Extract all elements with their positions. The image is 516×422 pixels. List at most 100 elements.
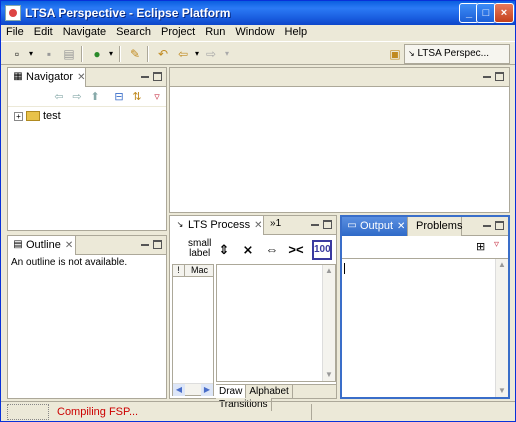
toolbar-separator — [81, 46, 83, 62]
menu-bar: File Edit Navigate Search Project Run Window He… — [1, 25, 515, 41]
navigator-toolbar: ⇦ ⇨ ⬆ ⊟ ⇅ ▿ — [8, 87, 166, 107]
editor-area — [169, 67, 510, 213]
output-icon: ▭ — [347, 220, 357, 231]
navigator-tabbar: ▦ Navigator ✕ — [8, 68, 166, 87]
outline-icon: ▤ — [13, 239, 23, 250]
scroll-up-icon[interactable]: ▲ — [496, 259, 508, 271]
tab-navigator[interactable]: ▦ Navigator ✕ — [8, 68, 86, 87]
outline-tabbar: ▤ Outline ✕ — [8, 236, 166, 255]
ltsa-perspective-icon: ↘ — [408, 49, 415, 58]
pen-icon[interactable]: ✎ — [127, 46, 143, 62]
close-button[interactable]: × — [494, 3, 514, 23]
minimize-view-icon[interactable] — [140, 72, 150, 82]
run-dropdown-icon[interactable]: ▾ — [103, 46, 119, 62]
lts-controls: small label ⇕ ⨯ ⇔ >< 100 — [170, 235, 336, 263]
close-icon[interactable]: ✕ — [397, 218, 405, 236]
shrink-horizontal-icon[interactable]: >< — [286, 240, 306, 260]
link-editor-icon[interactable]: ⇅ — [130, 90, 144, 104]
lts-tabbar: ↘ LTS Process ✕ »1 — [170, 216, 336, 235]
tree-item-test[interactable]: + test — [14, 110, 61, 122]
menu-run[interactable]: Run — [200, 25, 230, 39]
toolbar-separator — [119, 46, 121, 62]
navigator-icon: ▦ — [13, 71, 23, 82]
machine-list-hscroll[interactable]: ◀ ▶ — [173, 383, 213, 396]
menu-file[interactable]: File — [1, 25, 29, 39]
tab-problems[interactable]: Problems — [408, 217, 462, 236]
main-toolbar: ▫ ▾ ▪ ▤ ● ▾ ✎ ↶ ⇦ ▾ ⇨ ▾ ▣ ↘ LTSA Perspec… — [1, 41, 515, 65]
new-dropdown-icon[interactable]: ▾ — [23, 46, 39, 62]
problems-tab-label: Problems — [416, 220, 463, 232]
tab-outline[interactable]: ▤ Outline ✕ — [8, 236, 76, 255]
scroll-down-icon[interactable]: ▼ — [323, 369, 335, 381]
output-vscroll[interactable]: ▲ ▼ — [495, 259, 508, 397]
minimize-view-icon[interactable] — [482, 221, 492, 231]
outline-panel: ▤ Outline ✕ An outline is not available. — [7, 235, 167, 399]
menu-help[interactable]: Help — [280, 25, 313, 39]
close-icon[interactable]: ✕ — [77, 69, 85, 87]
ltsa-perspective-button[interactable]: ↘ LTSA Perspec... — [404, 44, 510, 64]
lts-icon: ↘ — [176, 220, 184, 229]
maximize-button[interactable]: □ — [476, 3, 496, 23]
tab-draw[interactable]: Draw — [216, 385, 247, 398]
forward-icon[interactable]: ⇨ — [203, 46, 219, 62]
menu-navigate[interactable]: Navigate — [58, 25, 111, 39]
navigator-tab-label: Navigator — [26, 71, 74, 83]
small-label-toggle[interactable]: small label — [188, 239, 211, 259]
scroll-left-icon[interactable]: ◀ — [173, 384, 185, 396]
machine-list[interactable]: ! Mac ◀ ▶ — [172, 264, 214, 396]
maximize-view-icon[interactable] — [495, 72, 504, 81]
print-icon[interactable]: ▤ — [61, 46, 77, 62]
maximize-view-icon[interactable] — [153, 240, 162, 249]
up-icon[interactable]: ⬆ — [88, 90, 102, 104]
minimize-view-icon[interactable] — [140, 240, 150, 250]
scroll-right-icon[interactable]: ▶ — [201, 384, 213, 396]
small-label-line2: label — [189, 248, 211, 259]
minimize-view-icon[interactable] — [310, 220, 320, 230]
minimize-view-icon[interactable] — [482, 72, 492, 82]
outline-tab-label: Outline — [26, 239, 61, 251]
save-icon[interactable]: ▪ — [41, 46, 57, 62]
maximize-view-icon[interactable] — [495, 221, 504, 230]
title-bar[interactable]: LTSA Perspective - Eclipse Platform _ □ … — [1, 1, 515, 25]
scroll-up-icon[interactable]: ▲ — [323, 265, 335, 277]
draw-canvas[interactable]: ▲ ▼ — [216, 264, 336, 382]
tab-output[interactable]: ▭ Output ✕ — [342, 217, 408, 236]
menu-project[interactable]: Project — [156, 25, 200, 39]
menu-window[interactable]: Window — [230, 25, 279, 39]
output-console[interactable]: ▲ ▼ — [342, 258, 508, 397]
outline-message: An outline is not available. — [11, 257, 128, 268]
view-menu-icon[interactable]: ▿ — [494, 239, 499, 250]
expand-vertical-icon[interactable]: ⇕ — [214, 240, 234, 260]
last-edit-icon[interactable]: ↶ — [155, 46, 171, 62]
maximize-view-icon[interactable] — [323, 220, 332, 229]
tab-lts-process[interactable]: ↘ LTS Process ✕ — [170, 216, 264, 235]
status-bar: Compiling FSP... — [1, 401, 515, 421]
menu-search[interactable]: Search — [111, 25, 156, 39]
back-icon[interactable]: ⇦ — [52, 90, 66, 104]
shrink-vertical-icon[interactable]: ⨯ — [238, 240, 258, 260]
tab-alphabet[interactable]: Alphabet — [246, 385, 293, 398]
forward-dropdown-icon[interactable]: ▾ — [219, 46, 235, 62]
expand-horizontal-icon[interactable]: ⇔ — [262, 240, 282, 260]
fast-view-bar[interactable] — [7, 404, 49, 420]
menu-edit[interactable]: Edit — [29, 25, 58, 39]
tab-overflow-icon[interactable]: »1 — [270, 218, 281, 229]
maximize-view-icon[interactable] — [153, 72, 162, 81]
text-caret — [344, 263, 345, 274]
expand-icon[interactable]: + — [14, 111, 23, 121]
tree-view-icon[interactable]: ⊞ — [476, 240, 485, 253]
view-menu-icon[interactable]: ▿ — [150, 90, 164, 104]
collapse-all-icon[interactable]: ⊟ — [112, 90, 126, 104]
output-toolbar: ⊞ ▿ — [342, 236, 508, 258]
close-icon[interactable]: ✕ — [254, 217, 262, 235]
status-divider — [311, 404, 312, 420]
scroll-down-icon[interactable]: ▼ — [496, 385, 508, 397]
zoom-100-button[interactable]: 100 — [312, 240, 332, 260]
column-header-bang[interactable]: ! — [173, 265, 185, 277]
open-perspective-icon[interactable]: ▣ — [387, 46, 403, 62]
close-icon[interactable]: ✕ — [65, 237, 73, 255]
lts-subtabs: Draw AlphabetTransitions — [216, 384, 336, 411]
column-header-machine[interactable]: Mac — [185, 265, 213, 277]
draw-vscroll[interactable]: ▲ ▼ — [322, 265, 335, 381]
forward-icon[interactable]: ⇨ — [70, 90, 84, 104]
